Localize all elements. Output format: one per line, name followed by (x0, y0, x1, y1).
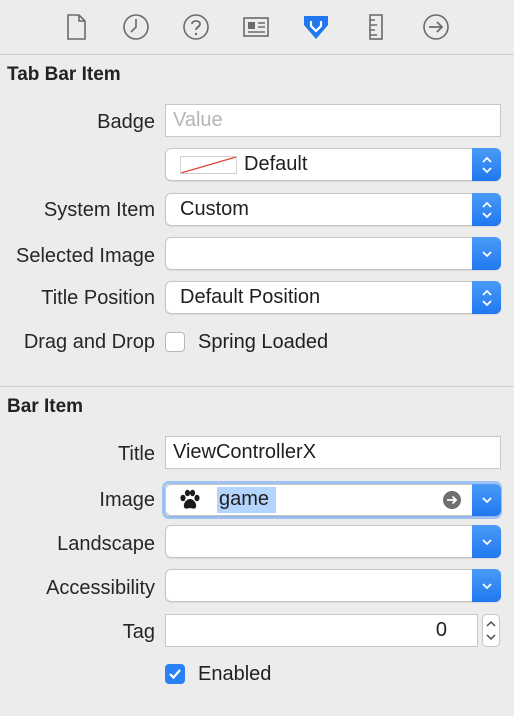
system-item-value: Custom (180, 198, 249, 220)
enabled-label: Enabled (198, 663, 272, 685)
image-value[interactable]: game (219, 488, 269, 511)
landscape-label: Landscape (57, 533, 155, 555)
selected-image-combo[interactable] (165, 237, 501, 270)
badge-placeholder: Value (173, 109, 223, 131)
go-arrow-icon[interactable] (442, 490, 462, 515)
chevron-down-icon (472, 525, 501, 558)
chevron-down-icon (472, 569, 501, 602)
drag-and-drop-label: Drag and Drop (23, 331, 155, 353)
system-item-popup[interactable]: Custom (165, 193, 501, 226)
inspector-toolbar (0, 0, 514, 55)
image-label: Image (99, 489, 155, 511)
badge-label: Badge (97, 111, 155, 133)
title-position-value: Default Position (180, 286, 321, 308)
chevron-down-icon (472, 484, 501, 516)
title-label: Title (117, 443, 155, 465)
updown-chevron-icon (472, 193, 501, 226)
title-position-popup[interactable]: Default Position (165, 281, 501, 314)
checkmark-icon (169, 669, 181, 680)
chevron-down-icon (472, 237, 501, 270)
tab-bar-item-header: Tab Bar Item (7, 64, 121, 85)
clock-icon[interactable] (121, 12, 151, 42)
selected-image-label: Selected Image (16, 245, 155, 267)
attributes-icon[interactable] (301, 12, 331, 42)
spring-loaded-label: Spring Loaded (198, 331, 329, 353)
title-position-label: Title Position (41, 287, 155, 309)
identity-icon[interactable] (241, 12, 271, 42)
tag-stepper[interactable] (482, 614, 500, 647)
badge-field[interactable]: Value (165, 104, 501, 137)
updown-chevron-icon (472, 281, 501, 314)
title-field[interactable]: ViewControllerX (165, 436, 501, 469)
help-icon[interactable] (181, 12, 211, 42)
badge-color-value: Default (244, 153, 308, 175)
tag-field[interactable]: 0 (165, 614, 478, 647)
enabled-checkbox[interactable] (165, 664, 185, 684)
landscape-combo[interactable] (165, 525, 501, 558)
tag-value: 0 (435, 619, 447, 641)
image-combo[interactable]: game (165, 484, 501, 516)
color-swatch (180, 156, 237, 174)
updown-chevron-icon (472, 148, 501, 181)
accessibility-combo[interactable] (165, 569, 501, 602)
file-icon[interactable] (61, 12, 91, 42)
tag-label: Tag (122, 621, 155, 643)
section-divider (0, 386, 514, 387)
ruler-icon[interactable] (361, 12, 391, 42)
spring-loaded-checkbox[interactable] (165, 332, 185, 352)
accessibility-label: Accessibility (46, 577, 155, 599)
bar-item-header: Bar Item (7, 396, 84, 417)
system-item-label: System Item (43, 199, 155, 221)
title-value: ViewControllerX (173, 441, 317, 463)
badge-color-popup[interactable]: Default (165, 148, 501, 181)
paw-icon (178, 489, 202, 516)
connections-icon[interactable] (421, 12, 451, 42)
